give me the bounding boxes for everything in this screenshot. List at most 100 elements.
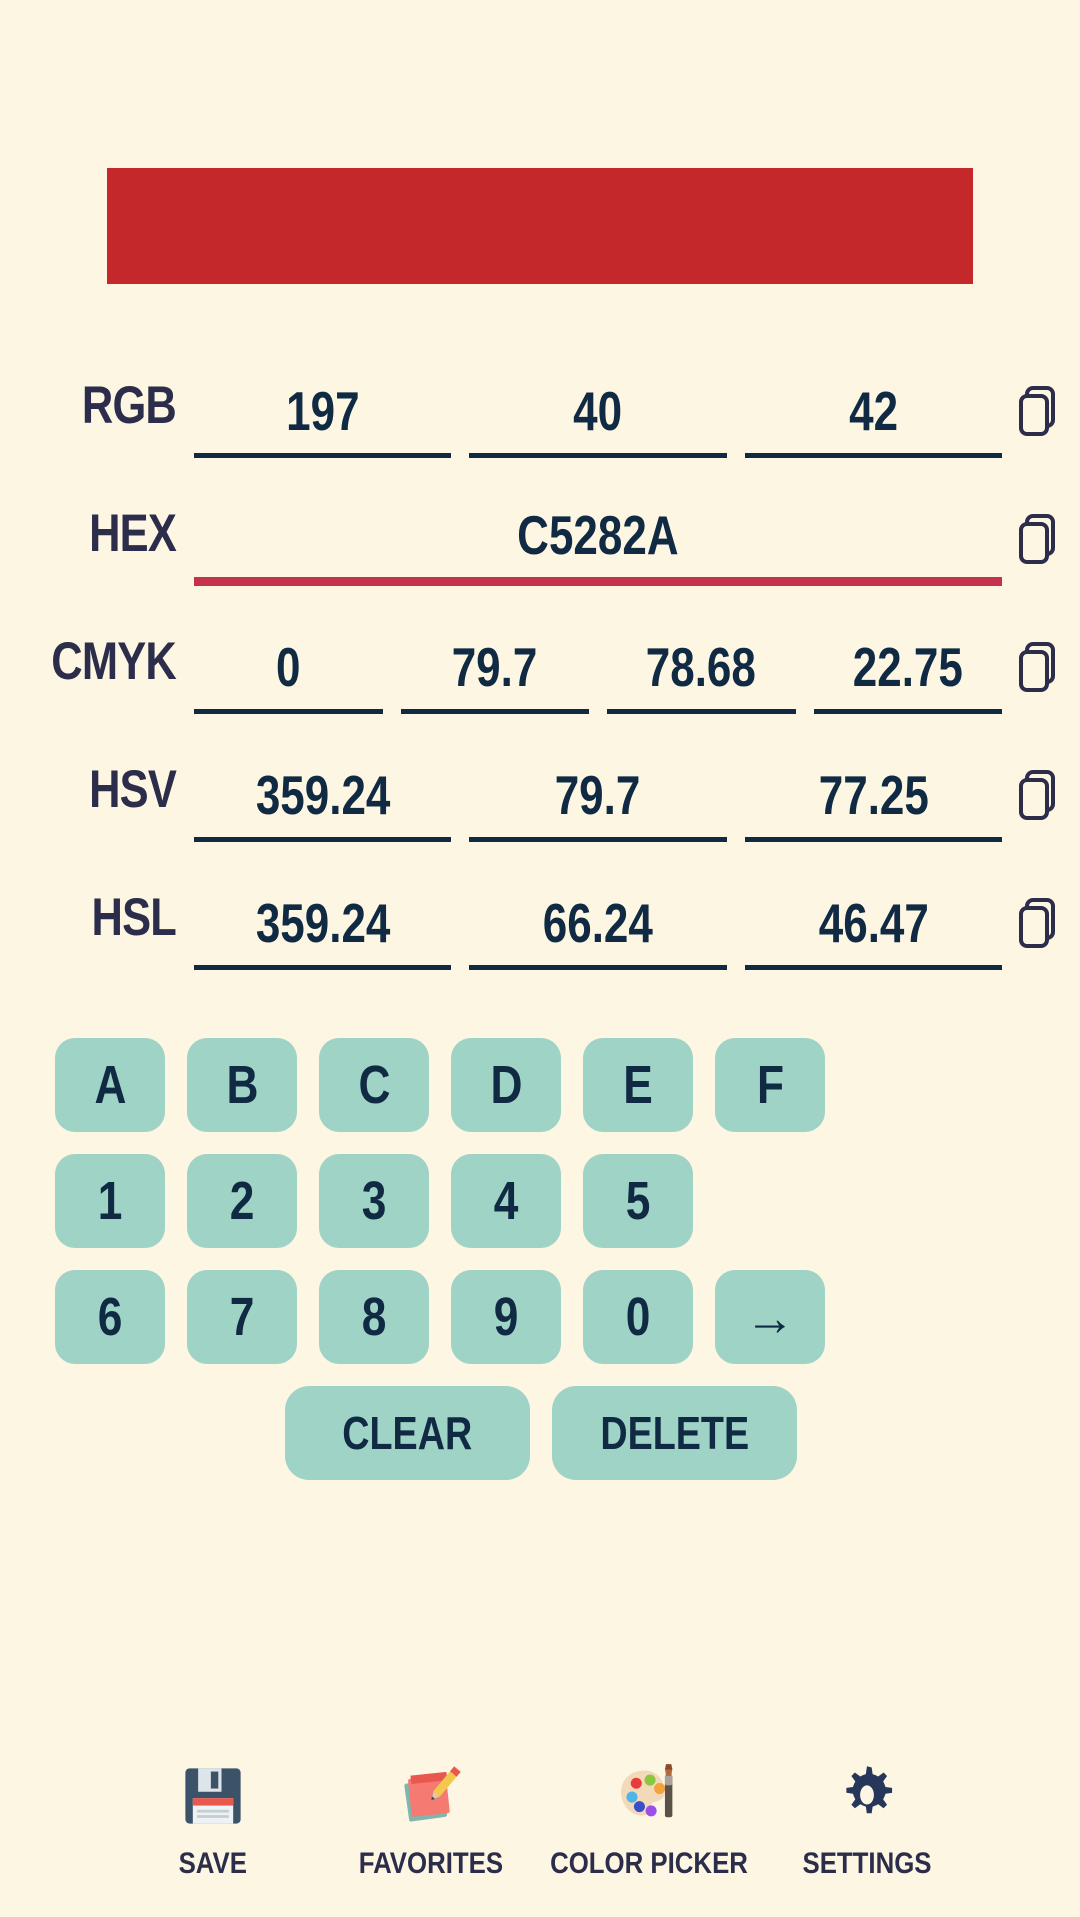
key-1-label: 1: [97, 1171, 123, 1231]
color-preview-swatch[interactable]: [107, 168, 973, 284]
table-row-hsv: HSV 359.24 79.7 77.25: [0, 714, 1080, 842]
keypad-row-actions: CLEAR DELETE: [55, 1386, 1027, 1480]
key-A[interactable]: A: [55, 1038, 165, 1132]
rgb-r-field[interactable]: 197: [194, 380, 452, 458]
hsl-h-value: 359.24: [255, 892, 390, 955]
color-values-table: RGB 197 40 42 HEX C5282A CMYK 0 79.7 78.…: [0, 330, 1080, 970]
delete-button-label: DELETE: [600, 1407, 749, 1459]
key-B-label: B: [226, 1055, 258, 1115]
key-7[interactable]: 7: [187, 1270, 297, 1364]
hsv-v-underline: [744, 837, 1002, 842]
hsv-v-field[interactable]: 77.25: [744, 764, 1002, 842]
row-label-cmyk: CMYK: [51, 632, 177, 691]
rgb-b-field[interactable]: 42: [744, 380, 1002, 458]
row-fields-hsv: 359.24 79.7 77.25: [176, 764, 1008, 842]
keypad-row-digits-1-5: 1 2 3 4 5: [55, 1154, 1027, 1248]
hsv-s-value: 79.7: [555, 764, 641, 827]
key-B[interactable]: B: [187, 1038, 297, 1132]
copy-cmyk-button[interactable]: [1008, 642, 1070, 714]
row-label-hex: HEX: [89, 504, 177, 563]
rgb-b-value: 42: [848, 380, 898, 443]
key-D[interactable]: D: [451, 1038, 561, 1132]
key-D-label: D: [490, 1055, 522, 1115]
key-C[interactable]: C: [319, 1038, 429, 1132]
nav-item-settings[interactable]: SETTINGS: [758, 1757, 976, 1881]
key-F[interactable]: F: [715, 1038, 825, 1132]
copy-hsv-button[interactable]: [1008, 770, 1070, 842]
hsv-v-value: 77.25: [818, 764, 929, 827]
copy-hex-button[interactable]: [1008, 514, 1070, 586]
cmyk-y-value: 78.68: [646, 636, 757, 699]
key-next-arrow[interactable]: →: [715, 1270, 825, 1364]
hex-underline-active: [194, 577, 1002, 586]
rgb-b-underline: [744, 453, 1002, 458]
key-5[interactable]: 5: [583, 1154, 693, 1248]
hsl-l-underline: [744, 965, 1002, 970]
hsv-h-field[interactable]: 359.24: [194, 766, 452, 842]
cmyk-k-value: 22.75: [852, 636, 963, 699]
nav-label-settings: SETTINGS: [802, 1847, 932, 1880]
palette-brush-icon: [615, 1757, 683, 1835]
bottom-navigation-bar: SAVE FAVORITES COLOR PICKER SETTINGS: [0, 1757, 1080, 1881]
key-6[interactable]: 6: [55, 1270, 165, 1364]
hex-keypad: A B C D E F 1 2 3 4 5 6 7 8 9 0 → CLEAR …: [55, 1038, 1027, 1502]
key-0-label: 0: [625, 1287, 651, 1347]
color-converter-screen: RGB 197 40 42 HEX C5282A CMYK 0 79.7 78.…: [0, 0, 1080, 1917]
cmyk-k-field[interactable]: 22.75: [813, 636, 1002, 714]
gear-icon: [833, 1757, 901, 1835]
key-E[interactable]: E: [583, 1038, 693, 1132]
floppy-disk-icon: [179, 1757, 247, 1835]
clear-button-label: CLEAR: [342, 1407, 473, 1459]
rgb-g-underline: [469, 453, 727, 458]
copy-icon: [1019, 386, 1055, 436]
hex-field[interactable]: C5282A: [194, 504, 1002, 586]
delete-button[interactable]: DELETE: [552, 1386, 797, 1480]
nav-item-color-picker[interactable]: COLOR PICKER: [540, 1757, 758, 1881]
rgb-r-value: 197: [285, 380, 360, 443]
copy-hsl-button[interactable]: [1008, 898, 1070, 970]
hsl-l-value: 46.47: [818, 892, 929, 955]
key-8[interactable]: 8: [319, 1270, 429, 1364]
copy-icon: [1019, 770, 1055, 820]
key-3[interactable]: 3: [319, 1154, 429, 1248]
key-A-label: A: [94, 1055, 126, 1115]
key-E-label: E: [623, 1055, 653, 1115]
table-row-hex: HEX C5282A: [0, 458, 1080, 586]
cmyk-y-underline: [607, 709, 796, 714]
nav-label-save: SAVE: [178, 1847, 248, 1880]
cmyk-c-field[interactable]: 0: [194, 638, 383, 714]
key-2[interactable]: 2: [187, 1154, 297, 1248]
key-2-label: 2: [229, 1171, 255, 1231]
nav-item-favorites[interactable]: FAVORITES: [322, 1757, 540, 1881]
key-6-label: 6: [97, 1287, 123, 1347]
hsl-h-underline: [194, 965, 452, 970]
cmyk-m-field[interactable]: 79.7: [400, 638, 589, 714]
key-9[interactable]: 9: [451, 1270, 561, 1364]
table-row-hsl: HSL 359.24 66.24 46.47: [0, 842, 1080, 970]
key-4[interactable]: 4: [451, 1154, 561, 1248]
row-fields-hex: C5282A: [176, 504, 1008, 586]
rgb-g-field[interactable]: 40: [469, 382, 727, 458]
row-label-hsl: HSL: [91, 888, 177, 947]
hsl-s-underline: [469, 965, 727, 970]
hsl-l-field[interactable]: 46.47: [744, 892, 1002, 970]
hsl-h-field[interactable]: 359.24: [194, 892, 452, 970]
nav-item-save[interactable]: SAVE: [104, 1757, 322, 1881]
key-8-label: 8: [361, 1287, 387, 1347]
key-1[interactable]: 1: [55, 1154, 165, 1248]
hsl-s-field[interactable]: 66.24: [469, 894, 727, 970]
nav-label-favorites: FAVORITES: [358, 1847, 504, 1880]
row-fields-rgb: 197 40 42: [176, 380, 1008, 458]
hex-value: C5282A: [517, 504, 679, 567]
key-C-label: C: [358, 1055, 390, 1115]
copy-rgb-button[interactable]: [1008, 386, 1070, 458]
hsv-s-field[interactable]: 79.7: [469, 764, 727, 842]
table-row-cmyk: CMYK 0 79.7 78.68 22.75: [0, 586, 1080, 714]
nav-label-color-picker: COLOR PICKER: [550, 1847, 748, 1880]
rgb-r-underline: [194, 453, 452, 458]
key-0[interactable]: 0: [583, 1270, 693, 1364]
clear-button[interactable]: CLEAR: [285, 1386, 530, 1480]
cmyk-y-field[interactable]: 78.68: [607, 636, 796, 714]
key-9-label: 9: [493, 1287, 519, 1347]
row-label-rgb: RGB: [81, 376, 177, 435]
